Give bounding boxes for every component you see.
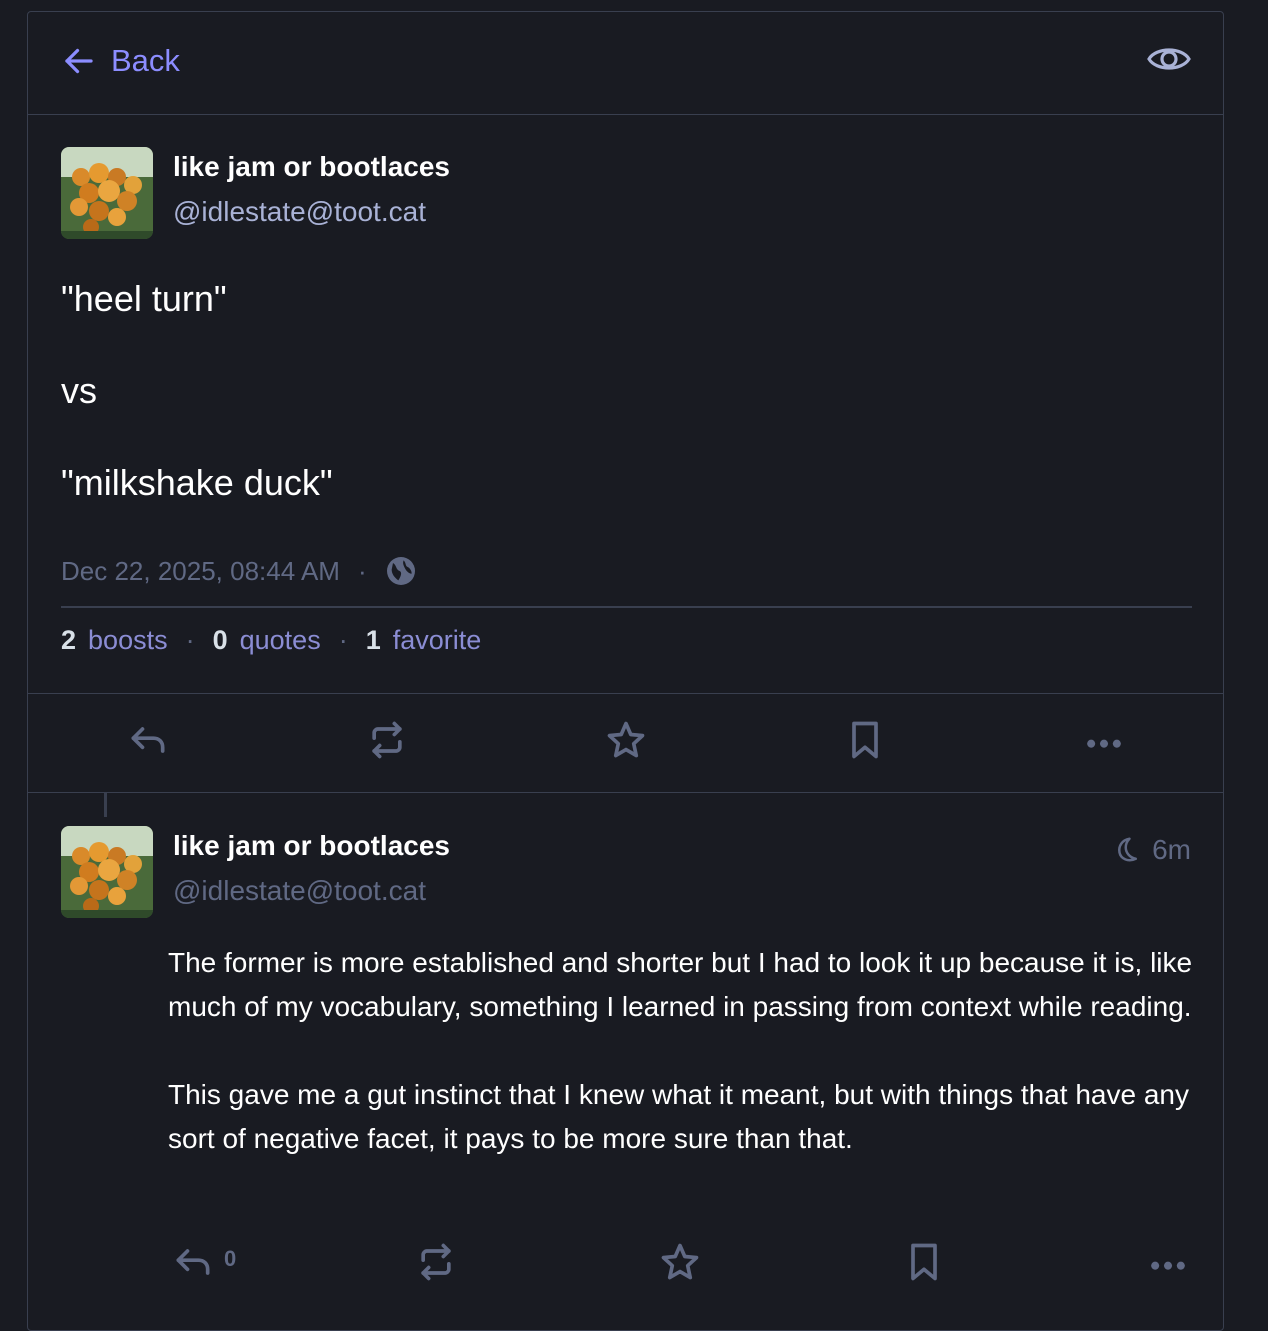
column-header: Back <box>28 12 1223 115</box>
bookmark-icon <box>911 1243 937 1281</box>
reply-button[interactable] <box>171 1240 215 1284</box>
display-name[interactable]: like jam or bootlaces <box>173 151 450 183</box>
more-button[interactable] <box>1146 1240 1190 1284</box>
status-content-line: "heel turn" <box>61 278 227 319</box>
display-name[interactable]: like jam or bootlaces <box>173 830 450 862</box>
account-handle[interactable]: @idlestate@toot.cat <box>173 196 426 228</box>
boosts-count: 2 <box>61 625 77 655</box>
timestamp-link[interactable]: Dec 22, 2025, 08:44 AM <box>61 556 340 587</box>
status-action-bar <box>28 693 1223 793</box>
bookmark-icon <box>852 721 878 759</box>
star-icon <box>661 1243 699 1280</box>
stats-separator: · <box>338 625 348 655</box>
favorite-button[interactable] <box>604 718 648 762</box>
status-meta: Dec 22, 2025, 08:44 AM · <box>61 555 417 587</box>
reply-content: The former is more established and short… <box>168 941 1198 1161</box>
status-time[interactable]: 6m <box>1112 834 1191 866</box>
more-icon <box>1087 739 1121 748</box>
bookmark-button[interactable] <box>843 718 887 762</box>
status-content-line: vs <box>61 370 97 411</box>
back-label: Back <box>111 43 180 78</box>
reply-icon <box>176 1249 210 1275</box>
reply-icon <box>131 727 165 753</box>
thread-panel: Back like jam or bootlaces @idlestate@to… <box>27 11 1224 1331</box>
reply-button[interactable] <box>126 718 170 762</box>
meta-separator: · <box>357 555 367 586</box>
more-icon <box>1151 1261 1185 1270</box>
boost-button[interactable] <box>365 718 409 762</box>
relative-time: 6m <box>1152 834 1191 865</box>
more-button[interactable] <box>1082 718 1126 762</box>
favorite-button[interactable] <box>658 1240 702 1284</box>
avatar[interactable] <box>61 147 153 239</box>
back-button[interactable]: Back <box>61 43 180 79</box>
quotes-count: 0 <box>212 625 228 655</box>
boost-icon <box>372 721 402 759</box>
favorites-link[interactable]: favorite <box>393 625 482 656</box>
globe-icon <box>386 557 415 585</box>
quotes-link[interactable]: quotes <box>240 625 321 656</box>
status-content-line: "milkshake duck" <box>61 462 333 503</box>
arrow-left-icon <box>65 48 93 74</box>
divider <box>61 606 1192 608</box>
boost-icon <box>421 1243 451 1281</box>
reply-paragraph: This gave me a gut instinct that I knew … <box>168 1079 1189 1154</box>
bookmark-button[interactable] <box>902 1240 946 1284</box>
avatar[interactable] <box>61 826 153 918</box>
thread-connector <box>104 793 107 817</box>
reply-paragraph: The former is more established and short… <box>168 947 1193 1022</box>
boost-button[interactable] <box>414 1240 458 1284</box>
account-handle[interactable]: @idlestate@toot.cat <box>173 875 426 907</box>
eye-icon[interactable] <box>1146 41 1192 77</box>
favorites-count: 1 <box>365 625 381 655</box>
star-icon <box>607 721 645 758</box>
reply-count: 0 <box>224 1246 237 1271</box>
stats-separator: · <box>185 625 195 655</box>
moon-icon <box>1118 837 1138 862</box>
boosts-link[interactable]: boosts <box>88 625 168 656</box>
status-stats: 2 boosts · 0 quotes · 1 favorite <box>61 625 481 656</box>
